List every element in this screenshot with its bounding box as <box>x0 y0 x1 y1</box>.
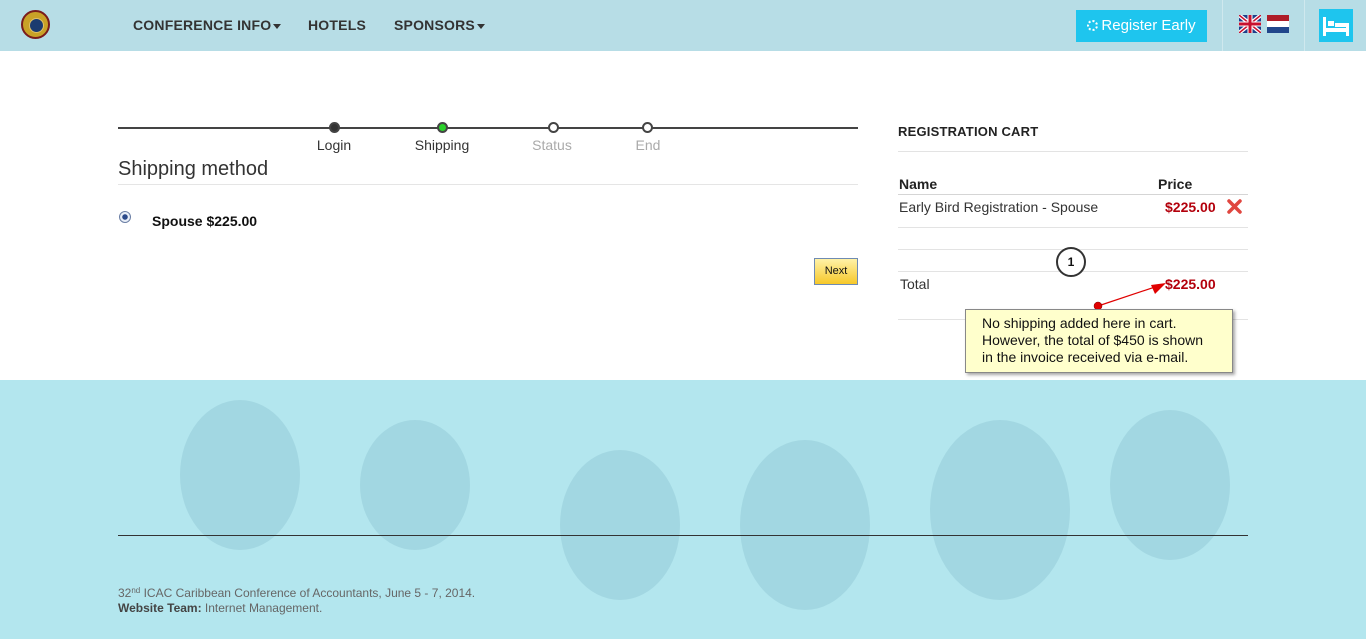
nav-divider <box>1304 0 1305 51</box>
step-shipping-dot <box>437 122 448 133</box>
cart-divider <box>898 194 1248 195</box>
background-photo <box>1110 410 1230 560</box>
cart-item-price: $225.00 <box>1165 199 1216 215</box>
cart-title: REGISTRATION CART <box>898 124 1039 139</box>
annotation-line: in the invoice received via e-mail. <box>982 349 1189 365</box>
footer-divider <box>118 535 1248 536</box>
background-photo <box>560 450 680 600</box>
caret-down-icon <box>273 23 282 29</box>
cart-col-price: Price <box>1158 176 1193 192</box>
footer-ordinal: 32 <box>118 586 132 600</box>
step-status-dot <box>548 122 559 133</box>
step-status-label: Status <box>532 137 572 153</box>
annotation-line: No shipping added here in cart. <box>982 315 1177 331</box>
step-login-label: Login <box>316 137 352 153</box>
section-divider <box>118 184 858 185</box>
footer-team-label: Website Team: <box>118 601 202 615</box>
cart-divider <box>898 227 1248 228</box>
shipping-option-label[interactable]: Spouse $225.00 <box>152 213 257 229</box>
nav-hotels-label: HOTELS <box>308 17 366 33</box>
nav-conference-info[interactable]: CONFERENCE INFO <box>133 17 282 33</box>
nav-sponsors[interactable]: SPONSORS <box>394 17 485 33</box>
footer-conference-name: ICAC Caribbean Conference of Accountants… <box>140 586 476 600</box>
cart-total-label: Total <box>900 276 930 292</box>
dutch-flag-icon[interactable] <box>1267 15 1289 33</box>
step-login-dot <box>329 122 340 133</box>
english-flag-icon[interactable] <box>1239 15 1261 33</box>
nav-sponsors-label: SPONSORS <box>394 17 475 33</box>
footer: 32nd ICAC Caribbean Conference of Accoun… <box>0 380 1366 639</box>
conference-logo-icon[interactable] <box>21 10 50 39</box>
spinner-icon <box>1087 20 1099 31</box>
next-button[interactable]: Next <box>814 258 858 285</box>
footer-team-value: Internet Management. <box>201 601 323 615</box>
remove-item-icon[interactable] <box>1227 199 1242 214</box>
annotation-line: However, the total of $450 is shown <box>982 332 1204 348</box>
hotel-bed-button[interactable] <box>1319 9 1353 42</box>
cart-divider <box>898 151 1248 152</box>
top-navbar: CONFERENCE INFO HOTELS SPONSORS Register… <box>0 0 1366 51</box>
nav-hotels[interactable]: HOTELS <box>308 17 366 33</box>
annotation-note: No shipping added here in cart. However,… <box>965 309 1233 373</box>
footer-conference-text: 32nd ICAC Caribbean Conference of Accoun… <box>118 586 475 600</box>
footer-team-text: Website Team: Internet Management. <box>118 601 322 615</box>
cart-item-name: Early Bird Registration - Spouse <box>899 199 1099 215</box>
nav-divider <box>1222 0 1223 51</box>
background-photo <box>930 420 1070 600</box>
footer-ordinal-suffix: nd <box>131 586 141 595</box>
background-photo <box>740 440 870 610</box>
bed-icon <box>1323 17 1349 36</box>
background-photo <box>180 400 300 550</box>
background-photo <box>360 420 470 550</box>
register-early-label: Register Early <box>1101 17 1196 34</box>
annotation-number-badge: 1 <box>1056 247 1086 277</box>
step-end-dot <box>642 122 653 133</box>
register-early-button[interactable]: Register Early <box>1076 10 1207 42</box>
cart-col-name: Name <box>899 176 938 192</box>
step-end-label: End <box>635 137 661 153</box>
progress-track <box>118 127 858 129</box>
shipping-method-title: Shipping method <box>118 158 269 180</box>
step-shipping-label: Shipping <box>414 137 470 153</box>
caret-down-icon <box>476 23 485 29</box>
nav-conference-info-label: CONFERENCE INFO <box>133 17 272 33</box>
shipping-option-radio[interactable] <box>119 211 131 223</box>
